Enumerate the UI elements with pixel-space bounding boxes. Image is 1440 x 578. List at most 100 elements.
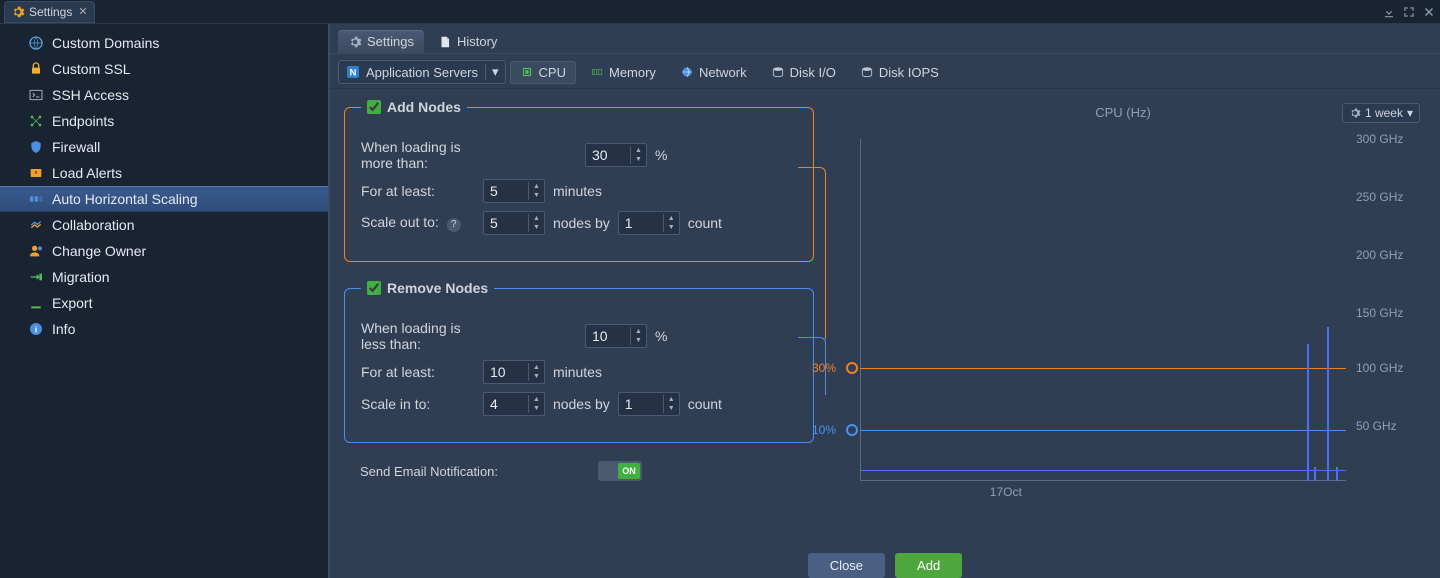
remove-for-spinner[interactable]: ▲▼ bbox=[483, 360, 545, 384]
sidebar-item-firewall[interactable]: Firewall bbox=[0, 134, 328, 160]
close-tab-icon[interactable]: ✕ bbox=[78, 5, 87, 18]
add-by-spinner[interactable]: ▲▼ bbox=[618, 211, 680, 235]
sidebar-item-migration[interactable]: Migration bbox=[0, 264, 328, 290]
sidebar-item-ssh-access[interactable]: SSH Access bbox=[0, 82, 328, 108]
ytick: 50 GHz bbox=[1346, 419, 1397, 433]
chart-title: CPU (Hz) bbox=[820, 105, 1426, 120]
ytick: 100 GHz bbox=[1346, 361, 1403, 375]
spinner-up-icon[interactable]: ▲ bbox=[631, 327, 646, 336]
remove-scale-spinner[interactable]: ▲▼ bbox=[483, 392, 545, 416]
metric-memory[interactable]: Memory bbox=[580, 61, 666, 84]
close-button[interactable]: Close bbox=[808, 553, 885, 578]
spinner-down-icon[interactable]: ▼ bbox=[631, 155, 646, 164]
sidebar-item-label: Info bbox=[52, 321, 75, 337]
sidebar-item-endpoints[interactable]: Endpoints bbox=[0, 108, 328, 134]
metric-label: Disk IOPS bbox=[879, 65, 939, 80]
add-button[interactable]: Add bbox=[895, 553, 962, 578]
spinner-up-icon[interactable]: ▲ bbox=[529, 182, 544, 191]
x-axis bbox=[860, 480, 1346, 481]
spinner-down-icon[interactable]: ▼ bbox=[664, 223, 679, 232]
server-type-dropdown[interactable]: N Application Servers ▾ bbox=[338, 60, 506, 84]
spinner-down-icon[interactable]: ▼ bbox=[529, 223, 544, 232]
add-for-spinner[interactable]: ▲▼ bbox=[483, 179, 545, 203]
alert-icon bbox=[28, 165, 44, 181]
sidebar-item-label: Custom SSL bbox=[52, 61, 131, 77]
close-icon[interactable] bbox=[1422, 5, 1436, 19]
spinner-down-icon[interactable]: ▼ bbox=[529, 404, 544, 413]
metric-label: Disk I/O bbox=[790, 65, 836, 80]
scaling-icon bbox=[28, 191, 44, 207]
chart-range-dropdown[interactable]: 1 week ▾ bbox=[1342, 103, 1420, 123]
spinner-up-icon[interactable]: ▲ bbox=[529, 214, 544, 223]
gear-icon bbox=[11, 5, 25, 19]
sidebar-item-load-alerts[interactable]: Load Alerts bbox=[0, 160, 328, 186]
add-by-input[interactable] bbox=[619, 212, 663, 234]
remove-for-input[interactable] bbox=[484, 361, 528, 383]
remove-by-input[interactable] bbox=[619, 393, 663, 415]
add-when-input[interactable] bbox=[586, 144, 630, 166]
sidebar-item-info[interactable]: iInfo bbox=[0, 316, 328, 342]
spinner-up-icon[interactable]: ▲ bbox=[529, 395, 544, 404]
sidebar-item-export[interactable]: Export bbox=[0, 290, 328, 316]
sidebar-item-custom-domains[interactable]: Custom Domains bbox=[0, 30, 328, 56]
globe-icon bbox=[28, 35, 44, 51]
metric-network[interactable]: Network bbox=[670, 61, 757, 84]
metric-disk-io[interactable]: Disk I/O bbox=[761, 61, 846, 84]
add-nodes-checkbox[interactable] bbox=[367, 100, 381, 114]
toggle-state: ON bbox=[618, 463, 640, 479]
remove-when-spinner[interactable]: ▲▼ bbox=[585, 324, 647, 348]
disk-icon bbox=[860, 65, 874, 79]
ytick: 250 GHz bbox=[1346, 190, 1403, 204]
window-tab[interactable]: Settings ✕ bbox=[4, 1, 95, 23]
remove-threshold-label: 10% bbox=[812, 423, 836, 437]
sidebar-item-custom-ssl[interactable]: Custom SSL bbox=[0, 56, 328, 82]
email-notification-toggle[interactable]: ON bbox=[598, 461, 642, 481]
xtick: 17Oct bbox=[990, 485, 1022, 499]
add-when-spinner[interactable]: ▲▼ bbox=[585, 143, 647, 167]
add-threshold-handle[interactable] bbox=[846, 362, 858, 374]
tab-history[interactable]: History bbox=[428, 30, 507, 53]
help-icon[interactable]: ? bbox=[447, 218, 461, 232]
remove-by-unit: count bbox=[688, 396, 722, 412]
svg-text:N: N bbox=[350, 67, 357, 77]
add-scale-unit: nodes by bbox=[553, 215, 610, 231]
expand-icon[interactable] bbox=[1402, 5, 1416, 19]
window-title: Settings bbox=[29, 5, 72, 19]
remove-when-input[interactable] bbox=[586, 325, 630, 347]
memory-icon bbox=[590, 65, 604, 79]
ytick: 300 GHz bbox=[1346, 132, 1403, 146]
spinner-down-icon[interactable]: ▼ bbox=[631, 336, 646, 345]
gear-icon bbox=[1349, 107, 1361, 119]
remove-when-label: When loading is less than: bbox=[361, 320, 483, 352]
tab-settings[interactable]: Settings bbox=[338, 30, 424, 53]
spinner-up-icon[interactable]: ▲ bbox=[664, 395, 679, 404]
add-for-input[interactable] bbox=[484, 180, 528, 202]
sidebar-item-label: Load Alerts bbox=[52, 165, 122, 181]
spinner-down-icon[interactable]: ▼ bbox=[664, 404, 679, 413]
spinner-up-icon[interactable]: ▲ bbox=[664, 214, 679, 223]
chart-plot-area: 300 GHz 250 GHz 200 GHz 150 GHz 100 GHz … bbox=[860, 139, 1346, 481]
remove-when-unit: % bbox=[655, 328, 667, 344]
export-icon bbox=[28, 295, 44, 311]
download-icon[interactable] bbox=[1382, 5, 1396, 19]
remove-threshold-handle[interactable] bbox=[846, 424, 858, 436]
data-baseline bbox=[860, 470, 1346, 471]
sidebar-item-auto-horizontal-scaling[interactable]: Auto Horizontal Scaling bbox=[0, 186, 328, 212]
remove-for-unit: minutes bbox=[553, 364, 602, 380]
add-scale-input[interactable] bbox=[484, 212, 528, 234]
spinner-down-icon[interactable]: ▼ bbox=[529, 191, 544, 200]
add-scale-spinner[interactable]: ▲▼ bbox=[483, 211, 545, 235]
remove-by-spinner[interactable]: ▲▼ bbox=[618, 392, 680, 416]
sidebar-item-collaboration[interactable]: Collaboration bbox=[0, 212, 328, 238]
remove-scale-input[interactable] bbox=[484, 393, 528, 415]
remove-nodes-checkbox[interactable] bbox=[367, 281, 381, 295]
spinner-up-icon[interactable]: ▲ bbox=[631, 146, 646, 155]
metric-cpu[interactable]: CPU bbox=[510, 61, 576, 84]
sidebar-item-label: Export bbox=[52, 295, 92, 311]
metric-disk-iops[interactable]: Disk IOPS bbox=[850, 61, 949, 84]
spinner-up-icon[interactable]: ▲ bbox=[529, 363, 544, 372]
spinner-down-icon[interactable]: ▼ bbox=[529, 372, 544, 381]
sidebar-item-change-owner[interactable]: Change Owner bbox=[0, 238, 328, 264]
ytick: 150 GHz bbox=[1346, 306, 1403, 320]
remove-nodes-group: Remove Nodes When loading is less than: … bbox=[344, 280, 814, 443]
